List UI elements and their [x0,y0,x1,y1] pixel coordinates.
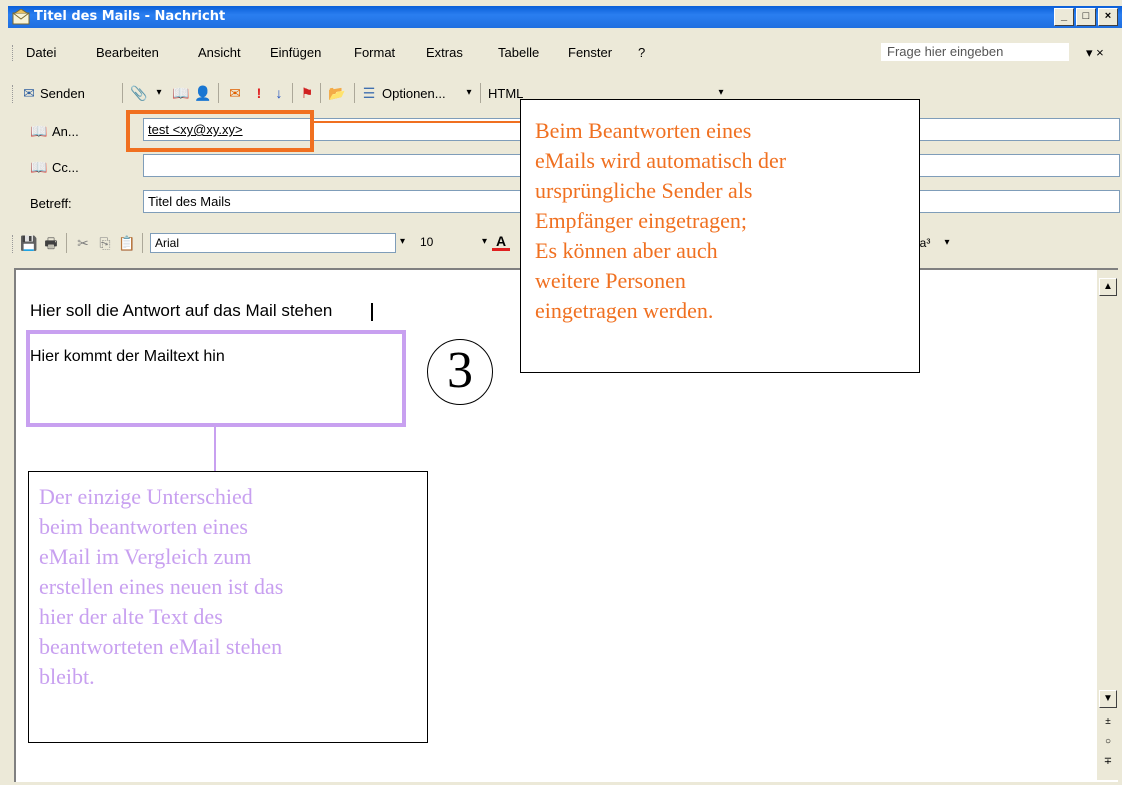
body-reply-line[interactable]: Hier soll die Antwort auf das Mail stehe… [30,301,332,321]
window-title: Titel des Mails - Nachricht [34,9,226,24]
close-button[interactable]: × [1098,8,1118,26]
callout-line: bleibt. [39,664,95,689]
address-book-icon[interactable]: 📖 [172,84,190,102]
menu-ansicht[interactable]: Ansicht [198,45,241,60]
scroll-up-button[interactable]: ▲ [1099,278,1117,296]
address-book-icon: 📖 [30,123,48,139]
options-button[interactable]: Optionen... [382,86,446,101]
cc-button[interactable]: Cc... [52,160,79,175]
options-icon: ☰ [362,85,376,101]
recipient-highlight [126,110,314,152]
toolbar-separator [292,83,293,103]
importance-low-icon[interactable]: ↓ [270,84,288,102]
menu-fenster[interactable]: Fenster [568,45,612,60]
font-dropdown-icon[interactable]: ▾ [400,236,405,247]
toolbar-separator [354,83,355,103]
body-text-connector [214,427,216,473]
attach-dropdown-icon[interactable]: ▾ [150,84,168,102]
menu-help[interactable]: ? [638,45,645,60]
callout-line: eMail im Vergleich zum [39,544,252,569]
toolbar-separator [122,83,123,103]
signature-icon[interactable]: ✉ [226,84,244,102]
recipient-connector [314,121,520,123]
title-bar: Titel des Mails - Nachricht _ □ × [8,6,1122,28]
maximize-button[interactable]: □ [1076,8,1096,26]
flag-icon[interactable]: ⚑ [298,84,316,102]
menu-einfuegen[interactable]: Einfügen [270,45,321,60]
print-icon[interactable]: 🖶 [42,234,60,252]
cut-icon[interactable]: ✂ [74,234,92,252]
address-book-icon: 📖 [30,159,48,175]
toolbar-grip[interactable] [12,85,16,103]
toolbar-separator [142,233,143,253]
body-text-callout: Der einzige Unterschied beim beantworten… [28,471,428,743]
close-icon[interactable]: × [1096,45,1104,60]
importance-high-icon[interactable]: ! [250,84,268,102]
callout-line: eingetragen werden. [535,298,714,323]
font-color-icon[interactable]: A [492,234,510,251]
previous-object-icon[interactable]: ± [1099,714,1117,732]
paste-icon[interactable]: 📋 [118,234,136,252]
select-browse-object-icon[interactable]: ○ [1099,734,1117,752]
send-icon: ✉ [23,85,35,101]
attach-icon[interactable]: 📎 [130,84,148,102]
minimize-button[interactable]: _ [1054,8,1074,26]
menu-bearbeiten[interactable]: Bearbeiten [96,45,159,60]
menu-close-icon[interactable]: ▾ × [1086,45,1104,61]
toolbar-separator [66,233,67,253]
vertical-scrollbar[interactable]: ▲ ▼ ± ○ ∓ [1097,270,1119,780]
callout-line: Es können aber auch [535,238,718,263]
recipient-callout: Beim Beantworten eines eMails wird autom… [520,99,920,373]
font-select[interactable]: Arial [150,233,396,253]
toolbar-separator [320,83,321,103]
check-names-icon[interactable]: 👤 [194,84,212,102]
text-cursor [371,303,373,321]
toolbar-options-icon[interactable]: ▾ [938,234,956,252]
options-dropdown-icon[interactable]: ▾ [460,84,478,102]
send-button[interactable]: Senden [40,86,85,101]
menu-bar: Datei Bearbeiten Ansicht Einfügen Format… [8,40,1122,66]
folder-icon[interactable]: 📂 [328,84,346,102]
callout-line: Empfänger eingetragen; [535,208,747,233]
toolbar-separator [218,83,219,103]
subject-label: Betreff: [30,196,72,211]
help-search-input[interactable]: Frage hier eingeben [880,42,1070,62]
callout-line: hier der alte Text des [39,604,223,629]
save-icon[interactable]: 💾 [20,234,38,252]
body-text-highlight [26,330,406,427]
callout-line: Der einzige Unterschied [39,484,253,509]
menu-tabelle[interactable]: Tabelle [498,45,539,60]
callout-line: erstellen eines neuen ist das [39,574,284,599]
menubar-grip[interactable] [12,45,16,61]
font-size-select[interactable]: 10 [416,233,478,253]
font-size-dropdown-icon[interactable]: ▾ [482,236,487,247]
callout-line: beim beantworten eines [39,514,248,539]
scroll-down-button[interactable]: ▼ [1099,690,1117,708]
menu-format[interactable]: Format [354,45,395,60]
format-select[interactable]: HTML [488,86,523,101]
toolbar-separator [480,83,481,103]
callout-line: weitere Personen [535,268,686,293]
callout-line: eMails wird automatisch der [535,148,787,173]
envelope-icon [12,9,30,25]
next-object-icon[interactable]: ∓ [1099,754,1117,772]
to-button[interactable]: An... [52,124,79,139]
menu-datei[interactable]: Datei [26,45,56,60]
callout-line: Beim Beantworten eines [535,118,752,143]
callout-line: beantworteten eMail stehen [39,634,283,659]
callout-line: ursprüngliche Sender als [535,178,753,203]
toolbar-grip[interactable] [12,235,16,253]
menu-extras[interactable]: Extras [426,45,463,60]
copy-icon[interactable]: ⎘ [96,234,114,252]
step-number-badge: 3 [427,339,493,405]
